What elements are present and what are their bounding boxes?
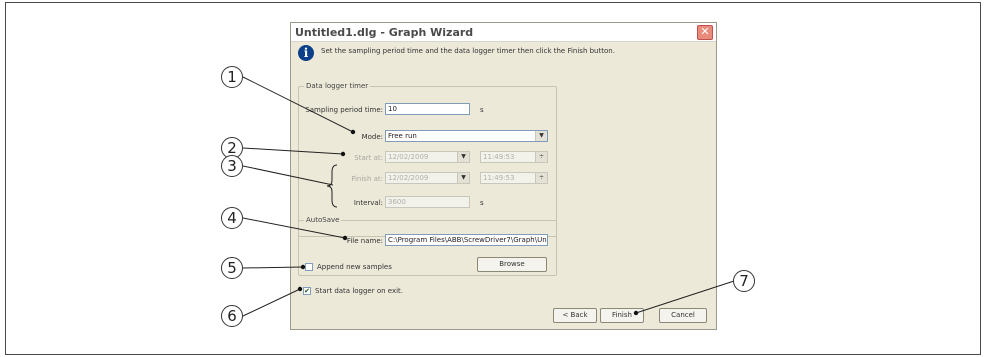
- callout-5: 5: [221, 257, 243, 279]
- callout-4: 4: [221, 207, 243, 229]
- callout-leader-lines: [242, 76, 735, 317]
- callout-3: 3: [221, 155, 243, 177]
- callout-6: 6: [221, 305, 243, 327]
- callout-1: 1: [221, 66, 243, 88]
- callout-7: 7: [733, 270, 755, 292]
